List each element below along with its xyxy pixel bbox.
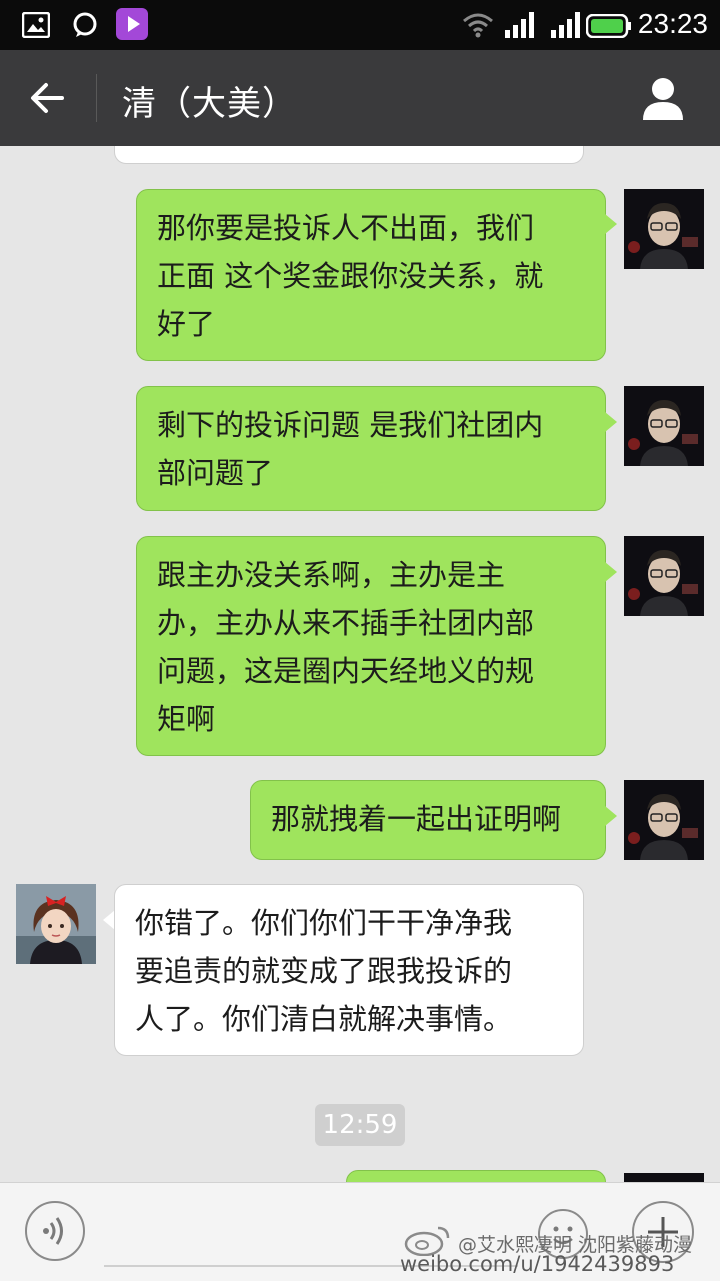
message-bubble-partial[interactable]	[114, 146, 584, 164]
status-time: 23:23	[637, 8, 708, 39]
avatar-self[interactable]	[624, 1170, 704, 1182]
avatar-self[interactable]	[624, 536, 704, 616]
message-line: 那就拽着一起出证明啊	[271, 802, 562, 836]
message-bubble-outgoing[interactable]: 那就拽着一起出证明啊	[250, 780, 606, 860]
message-line: 剩下的投诉问题 是我们社团内	[157, 408, 544, 442]
message-line: 好了	[157, 307, 216, 341]
message-bubble-outgoing[interactable]: 那你要是投诉人不出面，我们 正面 这个奖金跟你没关系，就 好了	[136, 189, 606, 361]
watermark-url: weibo.com/u/1942439893	[400, 1252, 675, 1276]
signal-icon	[505, 12, 534, 38]
wifi-icon	[463, 13, 493, 38]
avatar-self[interactable]	[624, 189, 704, 269]
message-line: 跟主办没关系啊，主办是主	[157, 558, 506, 592]
signal-icon	[551, 12, 580, 38]
voice-button[interactable]	[25, 1201, 85, 1261]
bubble-tail	[605, 412, 617, 432]
message-line: 部问题了	[157, 456, 274, 490]
message-line: 要追责的就变成了跟我投诉的	[135, 954, 513, 988]
message-line: 办，主办从来不插手社团内部	[157, 606, 535, 640]
weibo-watermark: @艾水熙凄明 沈阳紫藤动漫 weibo.com/u/1942439893	[400, 1224, 720, 1280]
message-list[interactable]: 那你要是投诉人不出面，我们 正面 这个奖金跟你没关系，就 好了 剩下的投诉问题 …	[0, 146, 720, 1182]
message-line: 矩啊	[157, 702, 216, 736]
message-line: 问题，这是圈内天经地义的规	[157, 654, 535, 688]
bubble-tail	[605, 562, 617, 582]
bubble-tail	[605, 214, 617, 234]
message-bubble-incoming[interactable]: 你错了。你们你们干干净净我 要追责的就变成了跟我投诉的 人了。你们清白就解决事情…	[114, 884, 584, 1056]
video-app-icon	[116, 8, 148, 40]
header-divider	[96, 74, 97, 122]
voice-icon	[43, 1217, 63, 1245]
avatar-contact[interactable]	[16, 884, 96, 964]
back-arrow-icon[interactable]	[26, 78, 72, 118]
message-line: 人了。你们清白就解决事情。	[135, 1002, 513, 1036]
person-icon[interactable]	[640, 76, 686, 122]
message-line: 正面 这个奖金跟你没关系，就	[157, 259, 544, 293]
chat-header: 清（大美）	[0, 50, 720, 146]
avatar-self[interactable]	[624, 386, 704, 466]
message-bubble-outgoing[interactable]: 剩下的投诉问题 是我们社团内 部问题了	[136, 386, 606, 511]
battery-icon	[586, 14, 631, 38]
chat-title: 清（大美）	[122, 84, 297, 124]
bubble-tail	[605, 806, 617, 826]
status-bar: 23:23	[0, 0, 720, 50]
message-bubble-outgoing[interactable]: 跟主办没关系啊，主办是主 办，主办从来不插手社团内部 问题，这是圈内天经地义的规…	[136, 536, 606, 756]
message-line: 那你要是投诉人不出面，我们	[157, 211, 535, 245]
avatar-self[interactable]	[624, 780, 704, 860]
message-bubble-partial[interactable]	[346, 1170, 606, 1182]
message-timestamp: 12:59	[315, 1104, 405, 1146]
message-line: 你错了。你们你们干干净净我	[135, 906, 513, 940]
chat-notification-icon	[73, 12, 97, 37]
gallery-icon	[22, 12, 50, 38]
